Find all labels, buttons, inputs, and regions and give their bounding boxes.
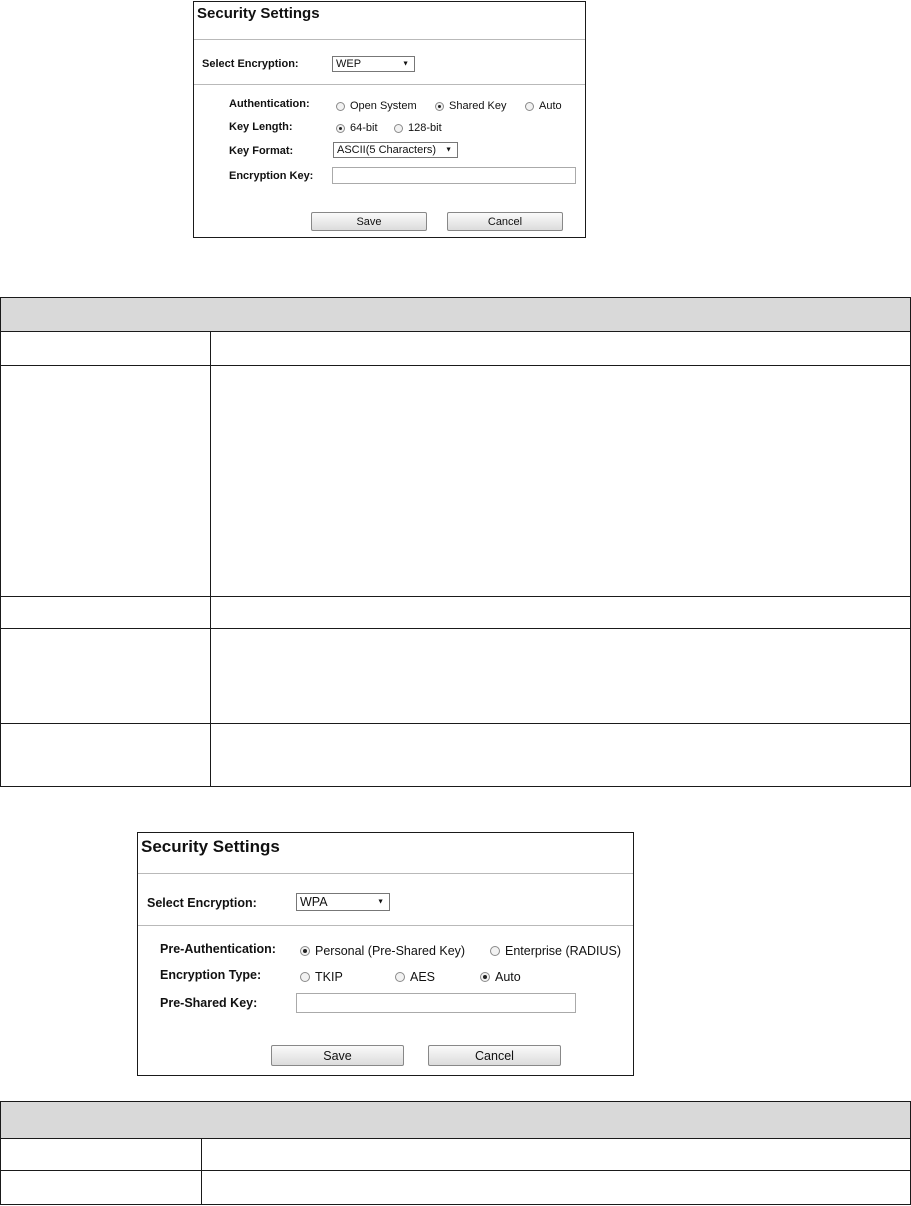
select-encryption-value: WEP	[336, 58, 362, 70]
panel-title: Security Settings	[197, 5, 320, 22]
wpa-security-settings-panel: Security Settings Select Encryption: WPA…	[137, 832, 634, 1076]
save-button[interactable]: Save	[271, 1045, 404, 1066]
wep-security-settings-panel: Security Settings Select Encryption: WEP…	[193, 1, 586, 238]
cancel-button[interactable]: Cancel	[447, 212, 563, 231]
radio-icon	[394, 123, 403, 133]
encryption-type-auto[interactable]: Auto	[480, 970, 521, 984]
select-encryption-label: Select Encryption:	[147, 896, 257, 910]
auth-option-label: Open System	[350, 100, 417, 112]
select-encryption-dropdown[interactable]: WEP ▼	[332, 56, 415, 72]
table-row	[1, 1139, 910, 1171]
authentication-label: Authentication:	[229, 98, 310, 110]
pre-auth-option-enterprise[interactable]: Enterprise (RADIUS)	[490, 944, 621, 958]
divider	[194, 84, 585, 85]
radio-icon	[490, 946, 500, 956]
encryption-key-label: Encryption Key:	[229, 170, 314, 182]
wep-parameters-table	[0, 297, 911, 787]
table-row	[1, 597, 910, 629]
key-format-label: Key Format:	[229, 145, 294, 157]
select-encryption-dropdown[interactable]: WPA ▼	[296, 893, 390, 911]
radio-selected-icon	[435, 101, 444, 111]
auth-option-shared-key[interactable]: Shared Key	[435, 100, 506, 112]
radio-selected-icon	[300, 946, 310, 956]
key-length-label: Key Length:	[229, 121, 293, 133]
radio-selected-icon	[336, 123, 345, 133]
table-header-row	[1, 298, 910, 332]
key-length-option-label: 64-bit	[350, 122, 378, 134]
pre-shared-key-label: Pre-Shared Key:	[160, 996, 258, 1010]
auth-option-auto[interactable]: Auto	[525, 100, 562, 112]
key-format-value: ASCII(5 Characters)	[337, 144, 437, 156]
pre-auth-option-label: Personal (Pre-Shared Key)	[315, 944, 466, 958]
key-length-option-label: 128-bit	[408, 122, 442, 134]
table-row	[1, 724, 910, 788]
key-format-dropdown[interactable]: ASCII(5 Characters) ▼	[333, 142, 458, 158]
save-button[interactable]: Save	[311, 212, 427, 231]
encryption-key-input[interactable]	[332, 167, 576, 184]
key-length-64-bit[interactable]: 64-bit	[336, 122, 378, 134]
radio-icon	[336, 101, 345, 111]
pre-auth-option-personal[interactable]: Personal (Pre-Shared Key)	[300, 944, 465, 958]
encryption-type-option-label: TKIP	[315, 970, 343, 984]
pre-auth-option-label: Enterprise (RADIUS)	[505, 944, 621, 958]
select-encryption-label: Select Encryption:	[202, 58, 299, 70]
key-length-128-bit[interactable]: 128-bit	[394, 122, 442, 134]
table-row	[1, 366, 910, 597]
cancel-button[interactable]: Cancel	[428, 1045, 561, 1066]
auth-option-label: Shared Key	[449, 100, 507, 112]
pre-authentication-label: Pre-Authentication:	[160, 942, 276, 956]
encryption-type-label: Encryption Type:	[160, 968, 262, 982]
radio-selected-icon	[480, 972, 490, 982]
chevron-down-icon: ▼	[402, 60, 409, 68]
radio-icon	[300, 972, 310, 982]
radio-icon	[395, 972, 405, 982]
encryption-type-option-label: Auto	[495, 970, 521, 984]
table-row	[1, 629, 910, 724]
pre-shared-key-input[interactable]	[296, 993, 576, 1013]
table-row	[1, 332, 910, 366]
wpa-parameters-table	[0, 1101, 911, 1205]
panel-title: Security Settings	[141, 837, 280, 856]
auth-option-label: Auto	[539, 100, 562, 112]
divider	[194, 39, 585, 40]
table-row	[1, 1171, 910, 1206]
divider	[138, 873, 633, 874]
auth-option-open-system[interactable]: Open System	[336, 100, 417, 112]
encryption-type-option-label: AES	[410, 970, 436, 984]
table-header-row	[1, 1102, 910, 1139]
radio-icon	[525, 101, 534, 111]
divider	[138, 925, 633, 926]
encryption-type-tkip[interactable]: TKIP	[300, 970, 343, 984]
select-encryption-value: WPA	[300, 895, 328, 909]
chevron-down-icon: ▼	[445, 146, 452, 154]
chevron-down-icon: ▼	[377, 898, 384, 906]
encryption-type-aes[interactable]: AES	[395, 970, 435, 984]
